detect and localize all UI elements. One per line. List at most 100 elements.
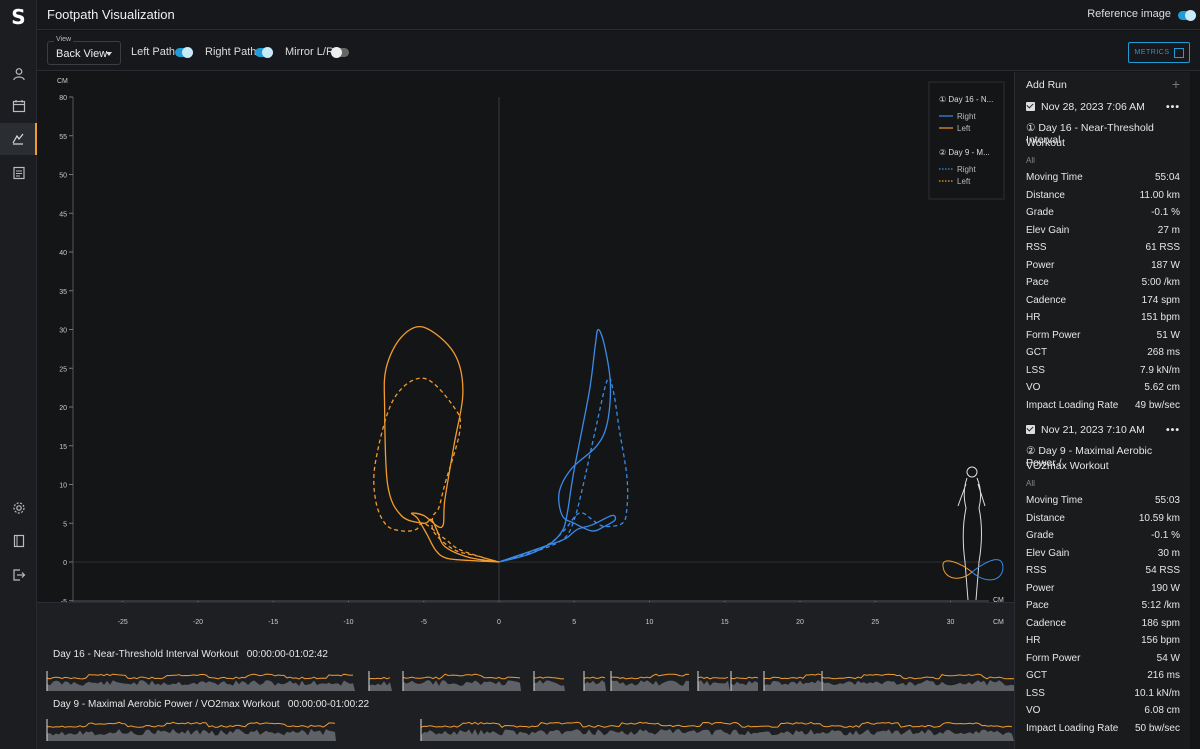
metric-row: Form Power 51 W bbox=[1026, 330, 1180, 341]
metric-name: Elev Gain bbox=[1026, 224, 1070, 236]
metric-value: 190 W bbox=[1151, 582, 1180, 594]
metric-name: Pace bbox=[1026, 600, 1049, 611]
footpath-app: S Footpath Visualization Reference image bbox=[0, 0, 1200, 749]
x-tick-label: 20 bbox=[796, 619, 804, 626]
mirror-toggle[interactable] bbox=[331, 47, 349, 58]
metrics-button[interactable]: METRICS bbox=[1128, 42, 1190, 63]
reference-image-toggle[interactable] bbox=[1178, 10, 1196, 21]
metric-row: Power 190 W bbox=[1026, 583, 1180, 594]
calendar-nav[interactable] bbox=[0, 90, 37, 122]
metric-value: 5:00 /km bbox=[1141, 277, 1180, 288]
legend-entry: Right bbox=[957, 112, 976, 121]
timeline-pace-area bbox=[731, 680, 758, 691]
x-tick-label: -5 bbox=[421, 619, 427, 626]
series-line bbox=[498, 377, 629, 563]
series-line bbox=[373, 377, 500, 563]
metric-name: VO bbox=[1026, 705, 1041, 716]
plus-icon[interactable]: + bbox=[1172, 76, 1180, 92]
page-header: Footpath Visualization Reference image bbox=[37, 0, 1200, 30]
mirror-label: Mirror L/R bbox=[285, 46, 334, 58]
guide-nav[interactable] bbox=[0, 525, 37, 557]
run-segment-filter[interactable]: All bbox=[1026, 479, 1180, 488]
metric-row: Cadence 174 spm bbox=[1026, 295, 1180, 306]
add-run-row[interactable]: Add Run + bbox=[1026, 76, 1180, 92]
metric-name: VO bbox=[1026, 382, 1041, 393]
metric-value: 151 bpm bbox=[1141, 312, 1180, 323]
run-segment-all: All bbox=[1026, 479, 1035, 488]
timeline-pace-area bbox=[421, 728, 1014, 741]
timeline-pace-area bbox=[584, 680, 606, 691]
run-name-line2: VO2max Workout bbox=[1026, 460, 1180, 472]
metric-name: Grade bbox=[1026, 207, 1054, 218]
timeline-pace-area bbox=[534, 680, 565, 691]
run-header: Nov 28, 2023 7:06 AM ••• bbox=[1026, 101, 1180, 113]
metric-row: VO 6.08 cm bbox=[1026, 705, 1180, 716]
calendar-icon bbox=[12, 100, 25, 113]
metric-name: Form Power bbox=[1026, 652, 1081, 664]
timeline-power-line bbox=[533, 676, 565, 680]
y-tick-label: 5 bbox=[63, 521, 67, 528]
metric-name: Cadence bbox=[1026, 294, 1067, 306]
legend-group-title: ② Day 9 - M... bbox=[939, 148, 990, 157]
metric-value: 61 RSS bbox=[1145, 242, 1180, 253]
metric-value: 54 RSS bbox=[1145, 565, 1180, 576]
timeline-power-line bbox=[402, 673, 521, 680]
y-axis-unit: CM bbox=[57, 78, 68, 85]
y-tick-label: 55 bbox=[59, 134, 67, 141]
metric-row: Pace 5:12 /km bbox=[1026, 600, 1180, 611]
metric-name: GCT bbox=[1026, 347, 1048, 358]
series-line bbox=[498, 328, 617, 563]
metric-value: 51 W bbox=[1156, 329, 1180, 341]
right-path-toggle[interactable] bbox=[255, 47, 273, 58]
metric-value: 30 m bbox=[1157, 547, 1180, 559]
metric-row: Moving Time 55:03 bbox=[1026, 495, 1180, 506]
run-checkbox[interactable] bbox=[1026, 102, 1035, 111]
metric-row: Impact Loading Rate 49 bw/sec bbox=[1026, 400, 1180, 411]
timeline-power-line bbox=[46, 673, 354, 680]
run-date: Nov 21, 2023 7:10 AM bbox=[1041, 424, 1145, 436]
logout-icon bbox=[12, 569, 25, 581]
x-axis-unit-bottom: CM bbox=[993, 619, 1004, 626]
panel-scrollbar[interactable] bbox=[1191, 72, 1200, 749]
y-tick-label: 15 bbox=[59, 444, 67, 451]
metric-value: 55:04 bbox=[1154, 172, 1180, 183]
profile-nav[interactable] bbox=[0, 58, 37, 90]
metric-name: Moving Time bbox=[1026, 495, 1083, 506]
metric-name: Power bbox=[1026, 582, 1055, 594]
legend-entry: Right bbox=[957, 165, 976, 174]
x-tick-label: 15 bbox=[721, 619, 729, 626]
y-tick-label: 40 bbox=[59, 250, 67, 257]
run-checkbox[interactable] bbox=[1026, 425, 1035, 434]
timeline-power-line bbox=[420, 721, 1013, 728]
metric-row: Distance 11.00 km bbox=[1026, 190, 1180, 201]
left-path-toggle[interactable] bbox=[175, 47, 193, 58]
footpath-nav[interactable] bbox=[0, 123, 37, 155]
timeline-pace-area bbox=[403, 680, 521, 691]
runner-left-loop bbox=[942, 560, 973, 579]
report-nav[interactable] bbox=[0, 157, 37, 189]
metric-row: Grade -0.1 % bbox=[1026, 530, 1180, 541]
more-options-icon[interactable]: ••• bbox=[1166, 424, 1180, 436]
timeline-pace-area bbox=[698, 680, 730, 691]
book-icon bbox=[13, 534, 24, 548]
gear-icon bbox=[12, 502, 25, 514]
logout-nav[interactable] bbox=[0, 559, 37, 591]
y-tick-label: 20 bbox=[59, 405, 67, 412]
more-options-icon[interactable]: ••• bbox=[1166, 101, 1180, 113]
run-segment-filter[interactable]: All bbox=[1026, 156, 1180, 165]
run-name-text: Workout bbox=[1026, 137, 1065, 149]
timeline-power-line bbox=[583, 676, 606, 679]
timeline-pace-area bbox=[369, 681, 392, 691]
right-path-label: Right Path bbox=[205, 46, 257, 58]
metric-name: Distance bbox=[1026, 189, 1065, 201]
timeline-power-line bbox=[368, 676, 391, 680]
settings-nav[interactable] bbox=[0, 492, 37, 524]
metric-value: 187 W bbox=[1151, 259, 1180, 271]
y-tick-label: 80 bbox=[59, 95, 67, 102]
metric-value: 10.59 km bbox=[1138, 512, 1180, 524]
view-select[interactable]: View Back View bbox=[47, 36, 121, 65]
view-select-label: View bbox=[54, 36, 74, 43]
x-tick-label: -20 bbox=[193, 619, 203, 626]
app-logo[interactable]: S bbox=[0, 0, 37, 34]
metric-row: VO 5.62 cm bbox=[1026, 382, 1180, 393]
